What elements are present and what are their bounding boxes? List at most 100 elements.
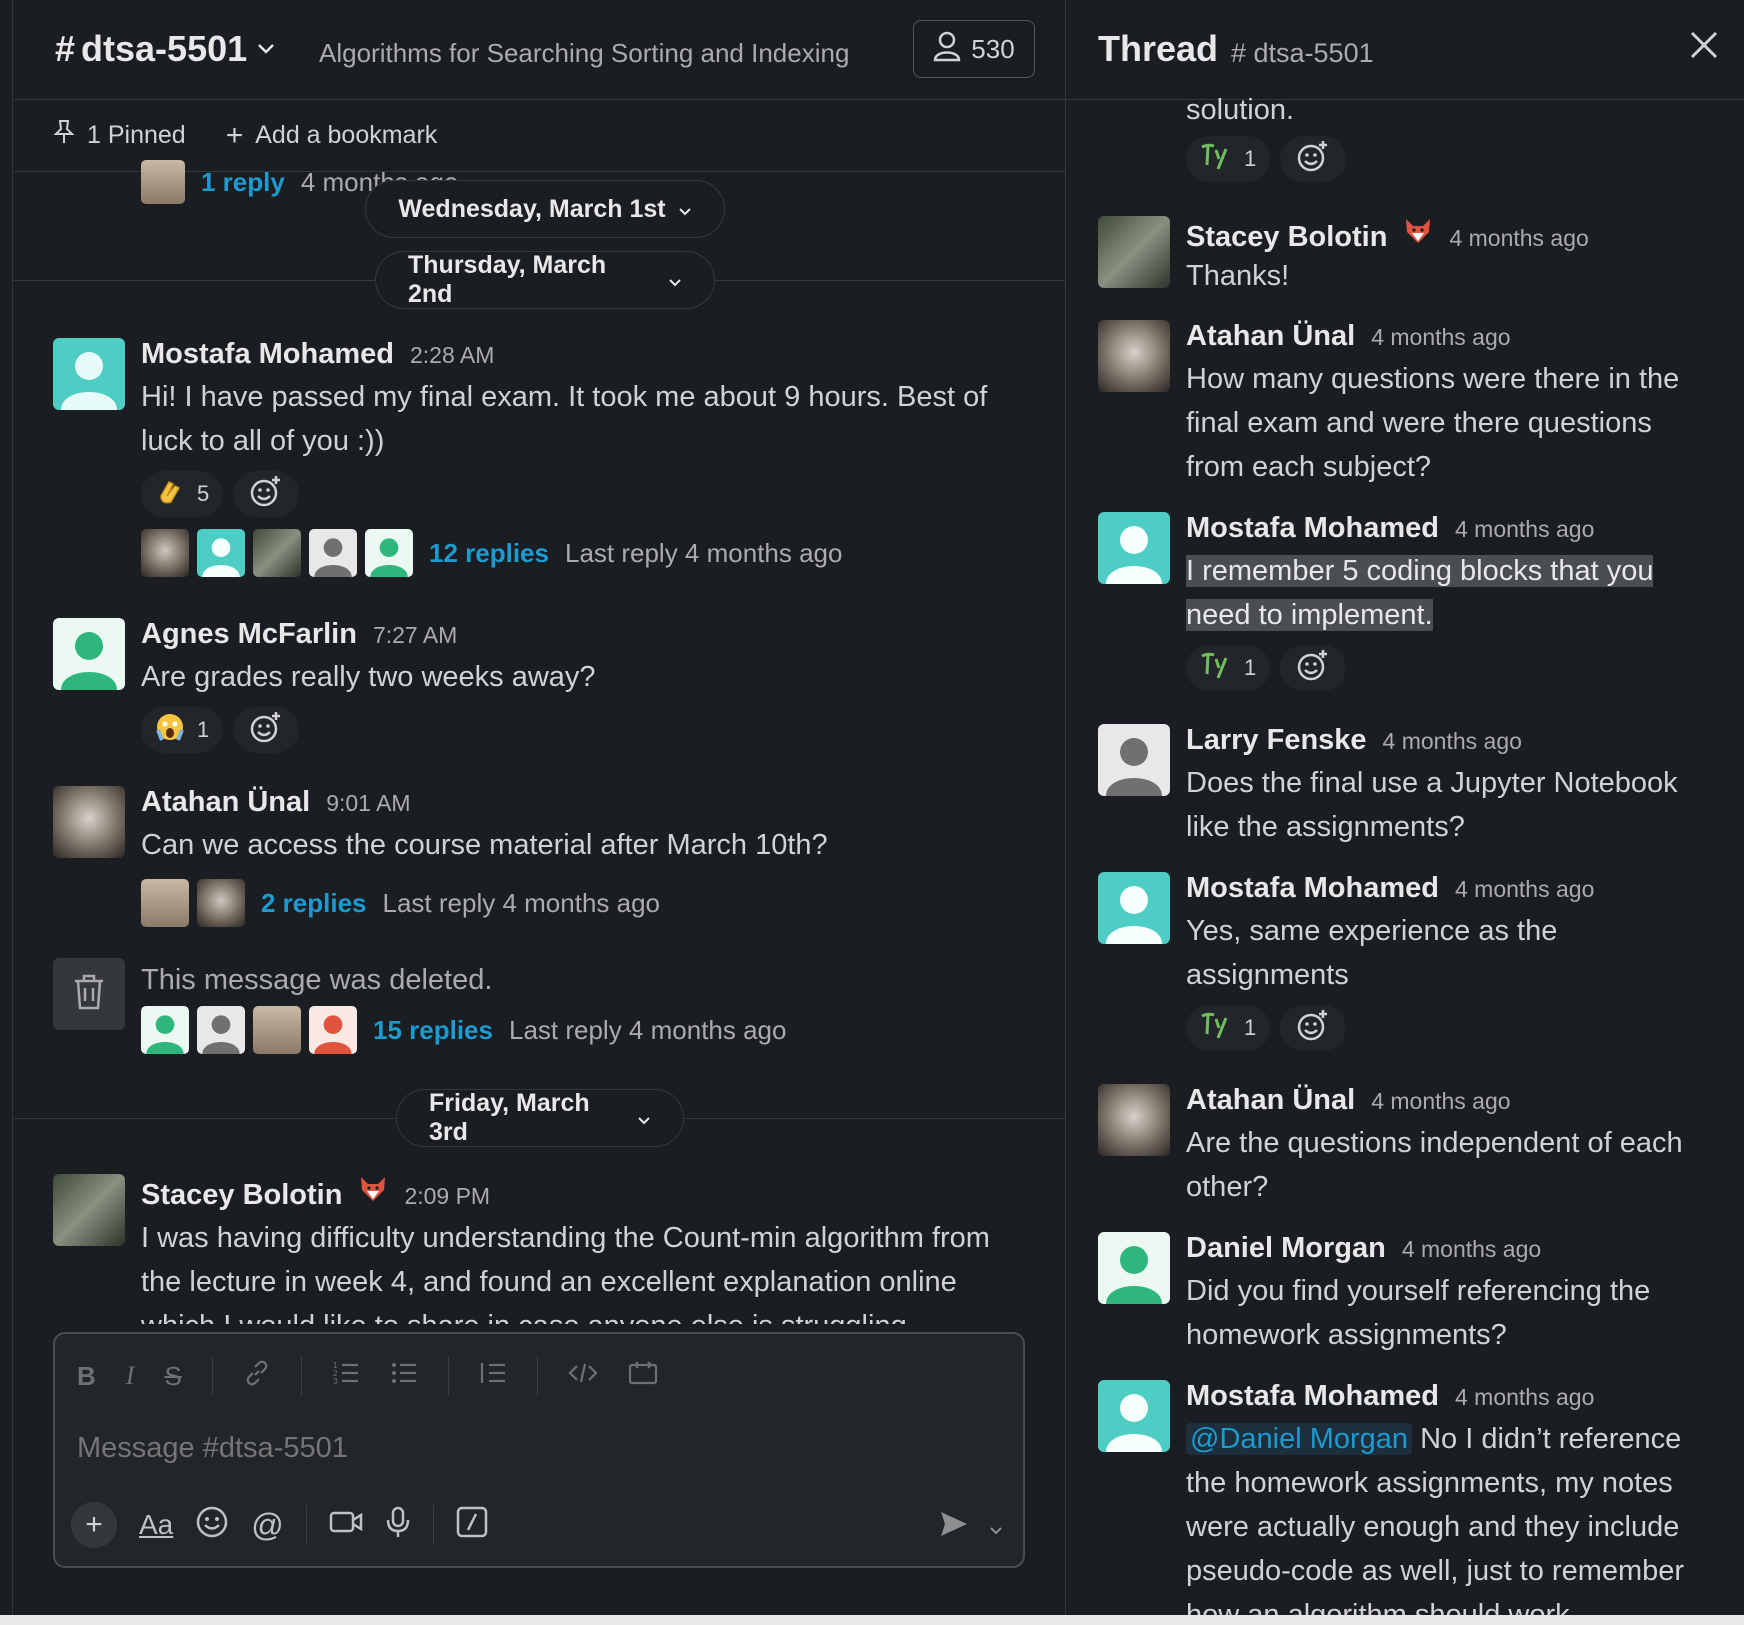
- add-reaction-button[interactable]: [1280, 1005, 1347, 1051]
- bulleted-list-icon[interactable]: [390, 1359, 418, 1394]
- author-name[interactable]: Atahan Ünal: [1186, 1084, 1355, 1117]
- avatar[interactable]: [1098, 872, 1170, 944]
- timestamp[interactable]: 4 months ago: [1371, 324, 1510, 351]
- reaction-ty[interactable]: 1: [1186, 1005, 1271, 1051]
- code-icon[interactable]: [568, 1359, 598, 1394]
- thread-message[interactable]: Mostafa Mohamed 4 months ago I remember …: [1098, 512, 1718, 692]
- mention-icon[interactable]: @: [251, 1507, 283, 1544]
- avatar[interactable]: [1098, 1232, 1170, 1304]
- thread-message[interactable]: Atahan Ünal 4 months ago Are the questio…: [1098, 1084, 1718, 1214]
- message[interactable]: Mostafa Mohamed 2:28 AM Hi! I have passe…: [53, 338, 1033, 588]
- date-divider-wednesday[interactable]: Wednesday, March 1st: [365, 180, 725, 238]
- reaction-ty[interactable]: 1: [1186, 645, 1271, 691]
- fox-emoji: [358, 1174, 388, 1204]
- author-name[interactable]: Mostafa Mohamed: [1186, 1380, 1439, 1413]
- thread-message[interactable]: Atahan Ünal 4 months ago How many questi…: [1098, 320, 1718, 490]
- avatar[interactable]: [53, 786, 125, 858]
- blockquote-icon[interactable]: [479, 1359, 507, 1394]
- timestamp[interactable]: 4 months ago: [1402, 1236, 1541, 1263]
- add-bookmark-button[interactable]: + Add a bookmark: [226, 119, 438, 153]
- avatar[interactable]: [53, 1174, 125, 1246]
- emoji-icon[interactable]: [195, 1505, 229, 1546]
- avatar[interactable]: [1098, 320, 1170, 392]
- add-reaction-button[interactable]: [1280, 645, 1347, 691]
- replies-row[interactable]: 15 replies Last reply 4 months ago: [141, 1006, 1031, 1054]
- timestamp[interactable]: 2:09 PM: [404, 1183, 490, 1210]
- ordered-list-icon[interactable]: 123: [332, 1359, 360, 1394]
- timestamp[interactable]: 2:28 AM: [410, 342, 494, 369]
- timestamp[interactable]: 7:27 AM: [373, 622, 457, 649]
- date-divider-thursday[interactable]: Thursday, March 2nd: [375, 251, 715, 309]
- avatar[interactable]: [1098, 1084, 1170, 1156]
- formatting-toggle-icon[interactable]: Aa: [139, 1509, 173, 1541]
- video-icon[interactable]: [329, 1508, 363, 1543]
- replies-link[interactable]: 2 replies: [261, 888, 367, 919]
- avatar[interactable]: [53, 338, 125, 410]
- replies-row[interactable]: 12 replies Last reply 4 months ago: [141, 529, 1031, 577]
- thread-message[interactable]: Mostafa Mohamed 4 months ago @Daniel Mor…: [1098, 1380, 1718, 1615]
- close-icon[interactable]: [1688, 26, 1720, 71]
- avatar[interactable]: [53, 618, 125, 690]
- bold-icon[interactable]: B: [77, 1361, 96, 1392]
- add-reaction-button[interactable]: [1280, 136, 1347, 182]
- thread-message[interactable]: Stacey Bolotin 4 months ago Thanks!: [1098, 216, 1718, 306]
- author-name[interactable]: Larry Fenske: [1186, 724, 1367, 757]
- replies-row[interactable]: 2 replies Last reply 4 months ago: [141, 879, 1031, 927]
- author-name[interactable]: Agnes McFarlin: [141, 618, 357, 651]
- author-name[interactable]: Mostafa Mohamed: [141, 338, 394, 371]
- timestamp[interactable]: 9:01 AM: [326, 790, 410, 817]
- author-name[interactable]: Atahan Ünal: [141, 786, 310, 819]
- thread-message[interactable]: Daniel Morgan 4 months ago Did you find …: [1098, 1232, 1718, 1362]
- italic-icon[interactable]: I: [126, 1361, 135, 1391]
- channel-topic[interactable]: Algorithms for Searching Sorting and Ind…: [319, 38, 849, 69]
- author-name[interactable]: Mostafa Mohamed: [1186, 872, 1439, 905]
- thread-channel-link[interactable]: # dtsa-5501: [1231, 38, 1374, 69]
- channel-header: # dtsa-5501 Algorithms for Searching Sor…: [13, 0, 1065, 100]
- message[interactable]: Atahan Ünal 9:01 AM Can we access the co…: [53, 786, 1033, 927]
- author-name[interactable]: Stacey Bolotin: [1186, 221, 1387, 254]
- add-reaction-button[interactable]: [233, 707, 300, 753]
- channel-name-button[interactable]: # dtsa-5501: [55, 28, 275, 70]
- timestamp[interactable]: 4 months ago: [1455, 1384, 1594, 1411]
- author-name[interactable]: Daniel Morgan: [1186, 1232, 1386, 1265]
- deleted-message[interactable]: This message was deleted. 15 replies Las…: [53, 958, 1033, 1068]
- avatar[interactable]: [1098, 724, 1170, 796]
- members-button[interactable]: 530: [913, 20, 1035, 78]
- microphone-icon[interactable]: [385, 1506, 411, 1545]
- author-name[interactable]: Mostafa Mohamed: [1186, 512, 1439, 545]
- timestamp[interactable]: 4 months ago: [1455, 876, 1594, 903]
- avatar[interactable]: [1098, 1380, 1170, 1452]
- message[interactable]: Agnes McFarlin 7:27 AM Are grades really…: [53, 618, 1033, 758]
- send-icon[interactable]: [939, 1510, 969, 1545]
- message-input[interactable]: [77, 1432, 977, 1465]
- link-icon[interactable]: [243, 1359, 271, 1394]
- code-block-icon[interactable]: [628, 1359, 658, 1394]
- message[interactable]: Stacey Bolotin 2:09 PM I was having diff…: [53, 1174, 1033, 1324]
- timestamp[interactable]: 4 months ago: [1371, 1088, 1510, 1115]
- chevron-down-icon[interactable]: [989, 1512, 1003, 1543]
- thread-message[interactable]: Mostafa Mohamed 4 months ago Yes, same e…: [1098, 872, 1718, 1052]
- reaction-clap[interactable]: 5: [141, 471, 224, 517]
- reaction-ty[interactable]: 1: [1186, 136, 1271, 182]
- avatar[interactable]: [1098, 216, 1170, 288]
- add-reaction-button[interactable]: [233, 471, 300, 517]
- replies-link[interactable]: 15 replies: [373, 1015, 493, 1046]
- author-name[interactable]: Stacey Bolotin: [141, 1179, 342, 1212]
- slash-command-icon[interactable]: [456, 1506, 488, 1545]
- timestamp[interactable]: 4 months ago: [1455, 516, 1594, 543]
- avatar[interactable]: [1098, 512, 1170, 584]
- date-divider-friday[interactable]: Friday, March 3rd: [396, 1089, 684, 1147]
- user-mention[interactable]: @Daniel Morgan: [1186, 1423, 1413, 1455]
- author-name[interactable]: Atahan Ünal: [1186, 320, 1355, 353]
- timestamp[interactable]: 4 months ago: [1383, 728, 1522, 755]
- reaction-scream[interactable]: 1: [141, 707, 224, 753]
- timestamp[interactable]: 4 months ago: [1449, 225, 1588, 252]
- replies-link[interactable]: 1 reply: [201, 167, 285, 198]
- last-reply-text: Last reply 4 months ago: [564, 537, 843, 568]
- plus-icon[interactable]: +: [71, 1502, 117, 1548]
- strikethrough-icon[interactable]: S: [164, 1361, 181, 1392]
- pinned-button[interactable]: 1 Pinned: [53, 119, 186, 152]
- replies-link[interactable]: 12 replies: [429, 538, 549, 569]
- message-text: Are grades really two weeks away?: [141, 661, 596, 693]
- thread-message[interactable]: Larry Fenske 4 months ago Does the final…: [1098, 724, 1718, 854]
